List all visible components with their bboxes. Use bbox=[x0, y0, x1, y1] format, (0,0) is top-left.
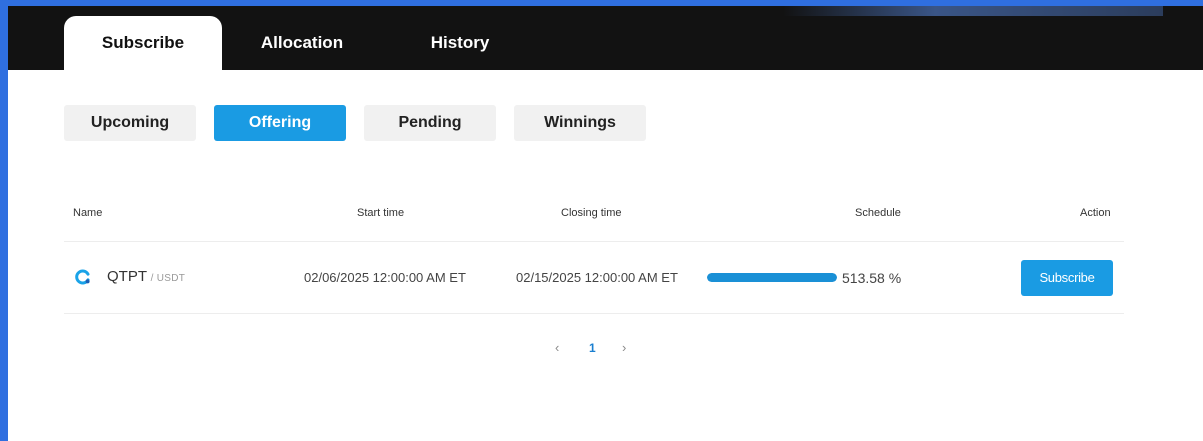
schedule-progress-fill bbox=[707, 273, 837, 282]
chevron-right-icon[interactable]: › bbox=[622, 340, 626, 355]
row-divider bbox=[64, 313, 1124, 314]
pair-name: QTPT / USDT bbox=[107, 268, 185, 285]
page-number-current[interactable]: 1 bbox=[589, 341, 596, 355]
filter-tab-offering[interactable]: Offering bbox=[214, 105, 346, 141]
column-header-closing-time: Closing time bbox=[561, 207, 622, 219]
header-glow-decoration bbox=[783, 6, 1163, 16]
filter-tab-pending[interactable]: Pending bbox=[364, 105, 496, 141]
header-divider bbox=[64, 241, 1124, 242]
pair-quote: / USDT bbox=[150, 273, 186, 284]
filter-tab-upcoming[interactable]: Upcoming bbox=[64, 105, 196, 141]
chevron-left-icon[interactable]: ‹ bbox=[555, 340, 559, 355]
filter-tab-winnings[interactable]: Winnings bbox=[514, 105, 646, 141]
tab-history[interactable]: History bbox=[400, 16, 520, 70]
app-frame: Subscribe Allocation History Upcoming Of… bbox=[8, 6, 1203, 441]
schedule-percent: 513.58 % bbox=[842, 270, 902, 286]
column-header-action: Action bbox=[1080, 207, 1111, 219]
top-tab-bar: Subscribe Allocation History bbox=[8, 6, 1203, 70]
pair-base: QTPT bbox=[107, 268, 147, 285]
tab-subscribe[interactable]: Subscribe bbox=[64, 16, 222, 70]
schedule-progress-bar bbox=[707, 273, 837, 282]
closing-time-value: 02/15/2025 12:00:00 AM ET bbox=[516, 270, 678, 285]
qtpt-coin-icon bbox=[75, 269, 90, 285]
tab-allocation[interactable]: Allocation bbox=[240, 16, 364, 70]
column-header-name: Name bbox=[73, 207, 103, 219]
column-header-start-time: Start time bbox=[357, 207, 405, 219]
column-header-schedule: Schedule bbox=[855, 207, 901, 219]
start-time-value: 02/06/2025 12:00:00 AM ET bbox=[304, 270, 466, 285]
subscribe-button[interactable]: Subscribe bbox=[1021, 260, 1113, 296]
